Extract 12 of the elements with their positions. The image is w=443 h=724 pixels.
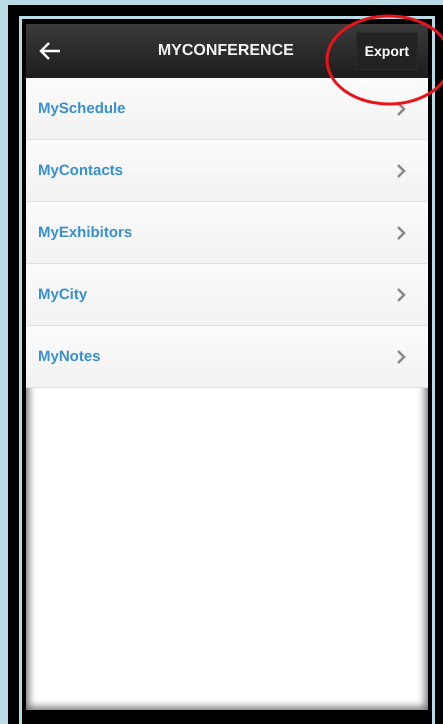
chevron-icon [396, 162, 406, 178]
screen-title: MYCONFERENCE [156, 42, 295, 60]
chevron-icon [396, 224, 406, 240]
export-button[interactable]: Export [356, 32, 418, 70]
menu-item[interactable]: MyContacts [26, 140, 428, 202]
menu-item[interactable]: MyCity [26, 264, 428, 326]
back-arrow-icon[interactable] [38, 41, 62, 61]
menu-item[interactable]: MySchedule [26, 78, 428, 140]
menu-item[interactable]: MyExhibitors [26, 202, 428, 264]
chevron-icon [396, 348, 406, 364]
chevron-icon [396, 286, 406, 302]
menu-item[interactable]: MyNotes [26, 326, 428, 388]
